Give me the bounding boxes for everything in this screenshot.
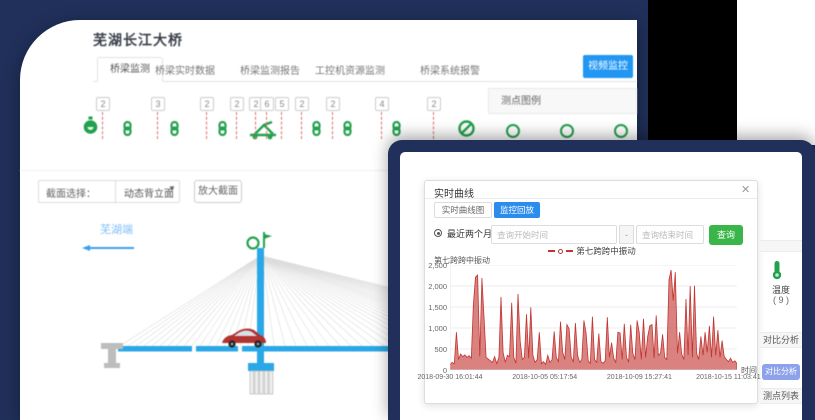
- compare-analysis-header: 对比分析: [760, 332, 802, 348]
- query-button[interactable]: 查询: [709, 225, 743, 245]
- x-axis-name: 时间: [741, 365, 757, 376]
- sensor-count-badge: 4: [375, 97, 389, 111]
- sensor-dash-line: [266, 112, 267, 139]
- sensor-dash-line: [381, 112, 382, 139]
- thermometer-icon[interactable]: [770, 260, 784, 280]
- sensor-dash-line: [433, 112, 434, 139]
- sensor-count-badge: 2: [230, 97, 244, 111]
- tower-top-sensor-icons: [248, 232, 273, 249]
- x-tick-label: 2018-10-05 05:17:54: [512, 374, 577, 381]
- query-start-time-input[interactable]: [491, 225, 617, 244]
- sensor-count-badge: 2: [295, 97, 309, 111]
- dialog-header-divider: [425, 198, 757, 199]
- chevron-down-icon[interactable]: ▼: [168, 184, 176, 193]
- y-tick-label: 2,000: [425, 282, 447, 291]
- compare-analysis-button[interactable]: 对比分析: [762, 364, 800, 380]
- sensor-count-badge: 5: [275, 97, 289, 111]
- sensor-dash-line: [206, 112, 207, 139]
- legend-line-icon: [548, 250, 555, 252]
- sensor-dash-line: [236, 112, 237, 139]
- background-white-panel: [737, 0, 815, 145]
- pier-piles: [250, 371, 273, 394]
- legend-series-label: 第七跨跨中振动: [576, 245, 636, 257]
- legend-sensor-icon: [506, 124, 520, 138]
- expansion-joint-sensor-icon[interactable]: [248, 118, 278, 145]
- vibration-chart[interactable]: [450, 265, 737, 370]
- tab-monitor-playback[interactable]: 监控回放: [494, 202, 540, 218]
- date-range-separator: -: [619, 225, 634, 244]
- disabled-sensor-icon[interactable]: [458, 120, 475, 142]
- chain-sensor-icon[interactable]: [216, 121, 229, 136]
- section-select-label: 截面选择：: [46, 185, 96, 200]
- legend-sensor-icon: [560, 124, 574, 138]
- measure-point-legend-header: 测点图例: [488, 88, 637, 114]
- tab-realtime-curve[interactable]: 实时曲线图: [434, 202, 492, 218]
- background-black-area: [648, 0, 737, 142]
- pier-cap: [248, 363, 274, 371]
- y-tick-label: 2,500: [425, 261, 447, 270]
- curve-popup-page: 实时曲线 ✕ 实时曲线图 监控回放 最近两个月 - 查询 第七跨跨中振动 第七跨…: [400, 152, 802, 420]
- point-list-header: 测点列表: [760, 388, 802, 404]
- y-tick-label: 500: [425, 345, 447, 354]
- chain-sensor-icon[interactable]: [168, 121, 181, 136]
- sensor-dash-line: [255, 112, 256, 139]
- last-two-months-radio[interactable]: [434, 229, 442, 237]
- x-tick-label: 2018-09-30 16:01:44: [418, 374, 483, 381]
- sensor-count-badge: 2: [326, 97, 340, 111]
- x-tick-label: 2018-10-09 15:27:41: [607, 374, 672, 381]
- sensor-dash-line: [281, 112, 282, 139]
- sensor-dash-line: [332, 112, 333, 139]
- y-tick-label: 1,500: [425, 303, 447, 312]
- sidebar-header-fragment: [760, 240, 802, 252]
- chain-sensor-icon[interactable]: [121, 121, 134, 136]
- query-end-time-input[interactable]: [636, 225, 704, 244]
- sensor-count-badge: 6: [260, 97, 274, 111]
- sensor-count-badge: 3: [151, 97, 165, 111]
- sensor-count-badge: 2: [96, 97, 110, 111]
- legend-circle-icon: [558, 249, 563, 254]
- legend-sensor-icon: [614, 124, 628, 138]
- y-tick-label: 1,000: [425, 324, 447, 333]
- chain-sensor-icon[interactable]: [310, 121, 323, 136]
- chain-sensor-icon[interactable]: [341, 121, 354, 136]
- gauge-sensor-icon[interactable]: [82, 116, 99, 141]
- legend-line-icon: [566, 250, 573, 252]
- enlarge-section-button[interactable]: 放大截面: [194, 180, 242, 203]
- sensor-dash-line: [102, 112, 103, 139]
- last-two-months-label: 最近两个月: [447, 227, 492, 240]
- section-select-value[interactable]: 动态背立面: [124, 185, 174, 200]
- curve-popup-window: 实时曲线 ✕ 实时曲线图 监控回放 最近两个月 - 查询 第七跨跨中振动 第七跨…: [388, 140, 815, 420]
- sensor-count-badge: 2: [427, 97, 441, 111]
- select-divider: [115, 180, 116, 203]
- temperature-count: ( 9 ): [760, 295, 802, 305]
- sensor-dash-line: [301, 112, 302, 139]
- chain-sensor-icon[interactable]: [390, 121, 403, 136]
- desktop-composite: 芜湖长江大桥 桥梁监测 桥梁实时数据 桥梁监测报告 工控机资源监测 桥梁系统报警…: [0, 0, 815, 420]
- bridge-abutment: [101, 343, 123, 368]
- sensor-count-badge: 2: [200, 97, 214, 111]
- realtime-curve-dialog: 实时曲线 ✕ 实时曲线图 监控回放 最近两个月 - 查询 第七跨跨中振动 第七跨…: [424, 180, 758, 404]
- close-icon[interactable]: ✕: [741, 183, 750, 196]
- sensor-dash-line: [157, 112, 158, 139]
